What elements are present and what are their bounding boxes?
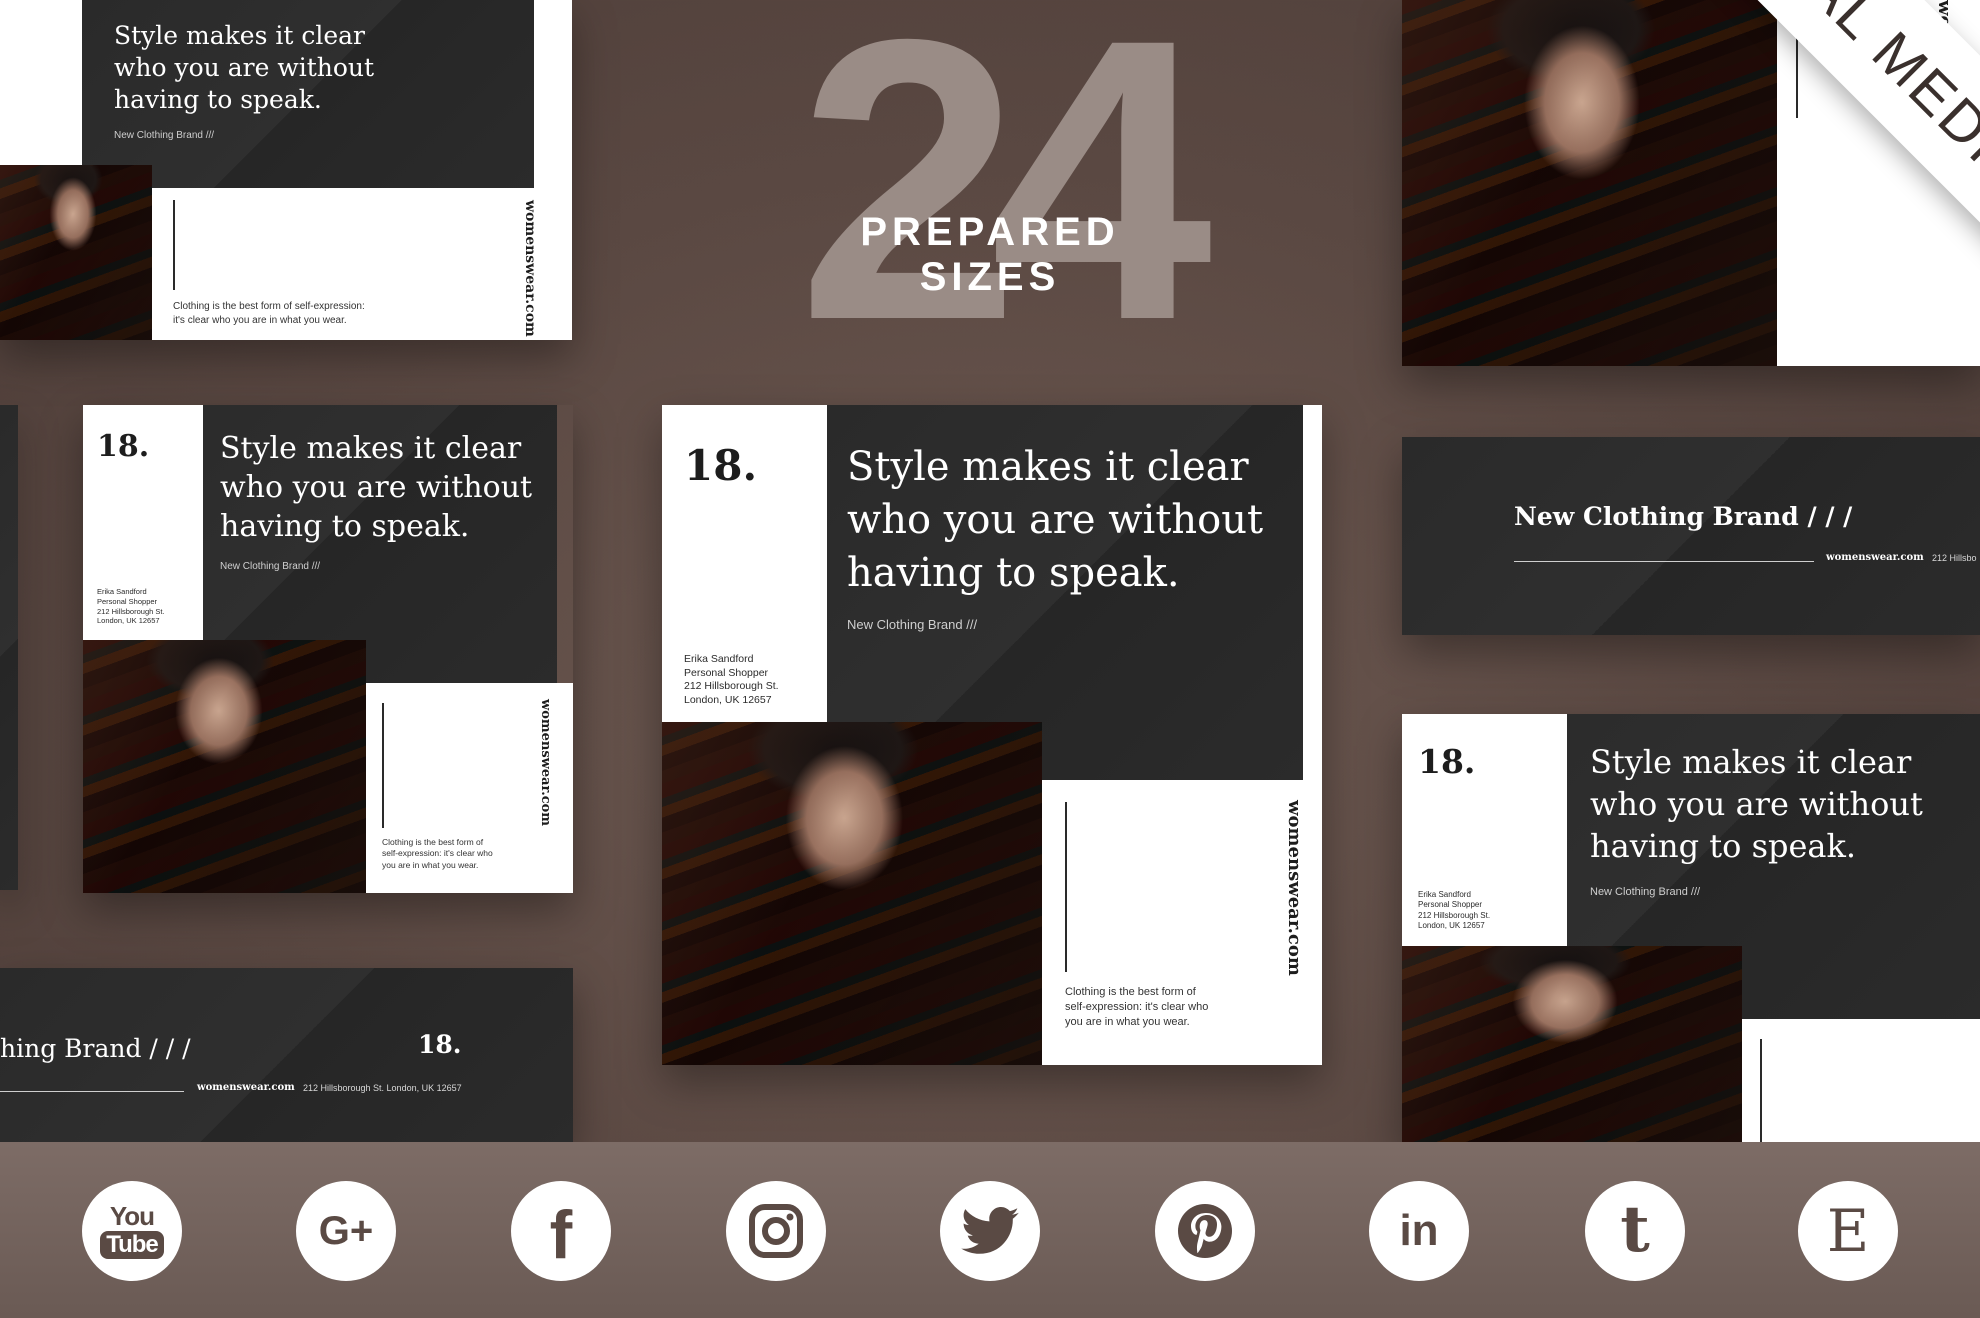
headline-subtitle: PREPARED SIZES bbox=[860, 210, 1120, 299]
headline-number: 24 bbox=[797, 0, 1213, 403]
card-center-tagline: Clothing is the best form of self-expres… bbox=[1065, 986, 1209, 1028]
tumblr-icon[interactable]: t bbox=[1585, 1181, 1685, 1281]
pinterest-icon[interactable] bbox=[1155, 1181, 1255, 1281]
card-top-right: womenswear.com bbox=[1402, 0, 1980, 366]
card-bottom-right-white-box bbox=[1742, 1019, 1980, 1144]
card-top-left-quote: Style makes it clear who you are without… bbox=[114, 21, 375, 114]
card-left-edge bbox=[0, 405, 18, 890]
etsy-icon[interactable]: E bbox=[1798, 1181, 1898, 1281]
card-right-banner-underline bbox=[1514, 561, 1814, 562]
google-plus-icon[interactable]: G+ bbox=[296, 1181, 396, 1281]
card-bottom-left-website: womenswear.com bbox=[197, 1082, 295, 1093]
card-middle-left-divider bbox=[382, 703, 384, 828]
card-bottom-right-brand: New Clothing Brand /// bbox=[1590, 886, 1701, 898]
card-top-right-divider bbox=[1796, 0, 1798, 118]
card-middle-left-number-box: 18. Erika Sandford Personal Shopper 212 … bbox=[83, 405, 203, 640]
card-bottom-left-underline bbox=[0, 1091, 184, 1092]
card-top-left-brand: New Clothing Brand /// bbox=[114, 130, 215, 141]
card-top-left: Style makes it clear who you are without… bbox=[0, 0, 572, 340]
card-top-left-dark-panel: Style makes it clear who you are without… bbox=[82, 0, 534, 188]
card-bottom-left-address: 212 Hillsborough St. London, UK 12657 bbox=[303, 1083, 462, 1093]
card-top-left-divider bbox=[173, 200, 175, 290]
card-bottom-right-number: 18. bbox=[1418, 742, 1476, 781]
card-center-website: womenswear.com bbox=[1284, 800, 1305, 976]
card-bottom-right-photo bbox=[1402, 946, 1742, 1144]
twitter-icon[interactable] bbox=[940, 1181, 1040, 1281]
card-center-quote: Style makes it clear who you are without… bbox=[847, 444, 1264, 596]
card-center-brand: New Clothing Brand /// bbox=[847, 617, 978, 632]
linkedin-icon[interactable]: in bbox=[1369, 1181, 1469, 1281]
card-center-photo bbox=[662, 722, 1042, 1065]
card-bottom-right: 18. Erika Sandford Personal Shopper 212 … bbox=[1402, 714, 1980, 1144]
card-bottom-left-banner: hing Brand / / / 18. womenswear.com 212 … bbox=[0, 968, 573, 1143]
card-middle-left-photo bbox=[83, 640, 366, 893]
card-right-banner: New Clothing Brand / / / womenswear.com … bbox=[1402, 437, 1980, 635]
card-middle-left-quote: Style makes it clear who you are without… bbox=[220, 431, 533, 544]
card-middle-left-number: 18. bbox=[97, 429, 150, 464]
card-middle-left-website: womenswear.com bbox=[538, 699, 553, 827]
card-middle-left-brand: New Clothing Brand /// bbox=[220, 561, 321, 572]
card-bottom-left-brand: hing Brand / / / bbox=[0, 1034, 191, 1063]
card-right-banner-website: womenswear.com bbox=[1826, 552, 1924, 563]
card-center-contact: Erika Sandford Personal Shopper 212 Hill… bbox=[684, 653, 779, 706]
card-right-banner-address: 212 Hillsbo bbox=[1932, 553, 1977, 563]
card-center: 18. Erika Sandford Personal Shopper 212 … bbox=[662, 405, 1322, 1065]
card-center-divider bbox=[1065, 802, 1067, 972]
card-middle-left-tagline: Clothing is the best form of self-expres… bbox=[382, 837, 493, 870]
card-top-left-photo bbox=[0, 165, 152, 340]
card-bottom-right-number-box: 18. Erika Sandford Personal Shopper 212 … bbox=[1402, 714, 1567, 946]
card-top-right-website: womenswear.com bbox=[1934, 0, 1955, 176]
card-right-banner-brand: New Clothing Brand / / / bbox=[1514, 502, 1853, 531]
card-top-left-website: womenswear.com bbox=[522, 200, 538, 337]
card-bottom-right-quote: Style makes it clear who you are without… bbox=[1590, 743, 1923, 866]
card-top-left-tagline: Clothing is the best form of self-expres… bbox=[173, 301, 365, 326]
card-bottom-right-divider bbox=[1760, 1039, 1762, 1144]
youtube-icon[interactable]: You Tube bbox=[82, 1181, 182, 1281]
instagram-icon[interactable] bbox=[726, 1181, 826, 1281]
card-top-right-photo bbox=[1402, 0, 1777, 366]
card-middle-left-contact: Erika Sandford Personal Shopper 212 Hill… bbox=[97, 587, 165, 626]
card-bottom-left-number: 18. bbox=[418, 1030, 462, 1059]
card-middle-left-white-box: Clothing is the best form of self-expres… bbox=[366, 683, 573, 893]
card-middle-left: 18. Erika Sandford Personal Shopper 212 … bbox=[83, 405, 573, 893]
card-center-number: 18. bbox=[684, 441, 758, 490]
card-bottom-right-contact: Erika Sandford Personal Shopper 212 Hill… bbox=[1418, 890, 1491, 931]
facebook-icon[interactable]: f bbox=[511, 1181, 611, 1281]
